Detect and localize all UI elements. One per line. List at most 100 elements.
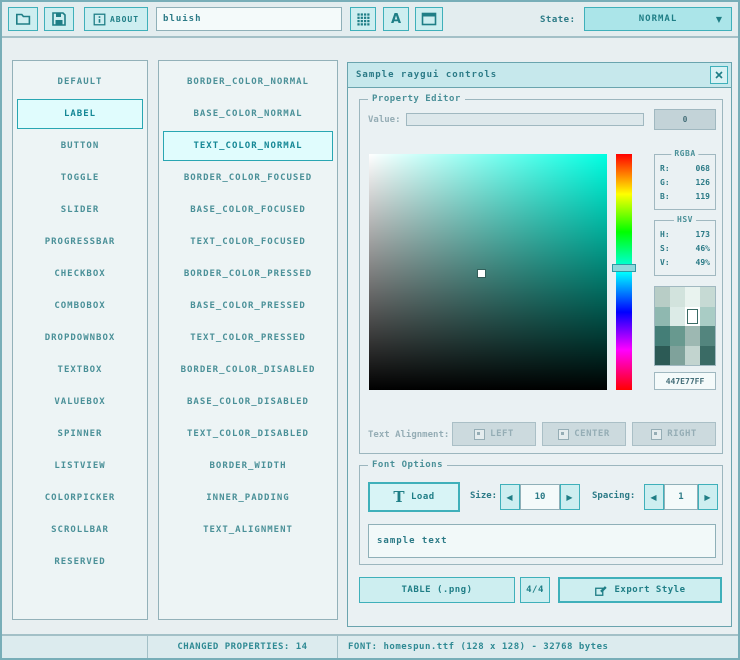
font-atlas-button[interactable]: A	[383, 7, 409, 31]
hue-slider-handle[interactable]	[612, 264, 636, 272]
color-swatch[interactable]	[700, 346, 715, 366]
window-titlebar[interactable]: Sample raygui controls	[348, 63, 731, 88]
controls-list-item[interactable]: CHECKBOX	[17, 259, 143, 289]
property-list-item[interactable]: BASE_COLOR_DISABLED	[163, 387, 333, 417]
property-list-item[interactable]: BORDER_COLOR_FOCUSED	[163, 163, 333, 193]
style-name-input[interactable]	[156, 7, 342, 31]
state-dropdown[interactable]: NORMAL ▼	[584, 7, 732, 31]
close-icon	[714, 70, 724, 80]
controls-list-item[interactable]: BUTTON	[17, 131, 143, 161]
value-box[interactable]: 0	[654, 109, 716, 130]
rgba-panel: RGBA R:068 G:126 B:119	[654, 154, 716, 210]
window-icon	[421, 11, 437, 27]
property-list-item[interactable]: BORDER_COLOR_DISABLED	[163, 355, 333, 385]
save-style-button[interactable]	[44, 7, 74, 31]
statusbar-font-info: FONT: homespun.ttf (128 x 128) - 32768 b…	[338, 636, 738, 658]
export-style-button[interactable]: Export Style	[558, 577, 722, 603]
changed-properties-text: CHANGED PROPERTIES: 14	[177, 642, 307, 652]
window-controls-button[interactable]	[415, 7, 443, 31]
font-spacing-decrease-button[interactable]: ◀	[644, 484, 664, 510]
hex-value-box[interactable]: 447E77FF	[654, 372, 716, 390]
export-format-label: TABLE (.png)	[401, 585, 472, 595]
rgba-label: RGBA	[671, 149, 698, 158]
controls-list-item[interactable]: SCROLLBAR	[17, 515, 143, 545]
load-style-button[interactable]	[8, 7, 38, 31]
color-saturation-value-panel[interactable]	[369, 154, 607, 390]
property-list-item[interactable]: TEXT_ALIGNMENT	[163, 515, 333, 545]
align-left-button[interactable]: LEFT	[452, 422, 536, 446]
font-load-button[interactable]: T Load	[368, 482, 460, 512]
window-close-button[interactable]	[710, 66, 728, 84]
rguistyler-app: ABOUT A State: NORMAL ▼ DEFAULT LABEL BU…	[0, 0, 740, 660]
font-spacing-increase-button[interactable]: ▶	[698, 484, 718, 510]
hue-slider[interactable]	[616, 154, 632, 390]
align-center-button[interactable]: CENTER	[542, 422, 626, 446]
export-format-button[interactable]: TABLE (.png)	[359, 577, 515, 603]
color-swatch[interactable]	[670, 326, 685, 346]
property-list-item[interactable]: BORDER_WIDTH	[163, 451, 333, 481]
window-title: Sample raygui controls	[356, 70, 497, 80]
controls-list-item[interactable]: LISTVIEW	[17, 451, 143, 481]
color-swatch[interactable]	[685, 326, 700, 346]
font-load-label: Load	[411, 492, 435, 502]
controls-list-item[interactable]: COMBOBOX	[17, 291, 143, 321]
font-info-text: FONT: homespun.ttf (128 x 128) - 32768 b…	[348, 642, 608, 652]
align-left-label: LEFT	[490, 429, 514, 439]
font-spacing-value[interactable]: 1	[664, 484, 698, 510]
value-slider[interactable]	[406, 113, 644, 126]
color-swatch[interactable]	[655, 307, 670, 327]
property-list-item[interactable]: BASE_COLOR_NORMAL	[163, 99, 333, 129]
property-editor-label: Property Editor	[368, 94, 465, 104]
color-swatch[interactable]	[685, 346, 700, 366]
font-a-icon: A	[391, 12, 401, 27]
align-right-button[interactable]: RIGHT	[632, 422, 716, 446]
controls-list-item[interactable]: DEFAULT	[17, 67, 143, 97]
font-spacing-label: Spacing:	[592, 491, 635, 501]
color-swatch[interactable]	[670, 346, 685, 366]
sample-text-input[interactable]	[368, 524, 716, 558]
font-size-increase-button[interactable]: ▶	[560, 484, 580, 510]
property-list-item[interactable]: TEXT_COLOR_NORMAL	[163, 131, 333, 161]
color-swatch[interactable]	[685, 287, 700, 307]
color-swatch[interactable]	[655, 326, 670, 346]
controls-list-item[interactable]: PROGRESSBAR	[17, 227, 143, 257]
property-list-item[interactable]: BASE_COLOR_PRESSED	[163, 291, 333, 321]
color-picker-cursor[interactable]	[478, 270, 485, 277]
folder-icon	[15, 11, 31, 27]
controls-list-item[interactable]: TEXTBOX	[17, 355, 143, 385]
statusbar-left-cell	[2, 636, 148, 658]
controls-list-item[interactable]: COLORPICKER	[17, 483, 143, 513]
property-list-item[interactable]: TEXT_COLOR_FOCUSED	[163, 227, 333, 257]
font-size-value-text: 10	[535, 492, 546, 502]
property-list-item[interactable]: TEXT_COLOR_PRESSED	[163, 323, 333, 353]
chevron-down-icon: ▼	[716, 15, 723, 24]
rgba-r-value: 068	[696, 162, 710, 176]
color-swatch[interactable]	[700, 307, 715, 327]
controls-list-item[interactable]: TOGGLE	[17, 163, 143, 193]
controls-list-item[interactable]: SPINNER	[17, 419, 143, 449]
color-swatch[interactable]	[670, 287, 685, 307]
style-table-button[interactable]	[350, 7, 376, 31]
controls-list-item[interactable]: LABEL	[17, 99, 143, 129]
save-icon	[51, 11, 67, 27]
table-ratio-button[interactable]: 4/4	[520, 577, 550, 603]
color-swatch[interactable]	[655, 346, 670, 366]
about-button[interactable]: ABOUT	[84, 7, 148, 31]
color-swatch[interactable]	[700, 326, 715, 346]
controls-list-item[interactable]: SLIDER	[17, 195, 143, 225]
property-list-item[interactable]: TEXT_COLOR_DISABLED	[163, 419, 333, 449]
property-list-item[interactable]: BORDER_COLOR_PRESSED	[163, 259, 333, 289]
controls-list-item[interactable]: DROPDOWNBOX	[17, 323, 143, 353]
font-size-value[interactable]: 10	[520, 484, 560, 510]
color-swatch-selected[interactable]	[685, 307, 700, 327]
font-size-decrease-button[interactable]: ◀	[500, 484, 520, 510]
property-list-item[interactable]: BORDER_COLOR_NORMAL	[163, 67, 333, 97]
controls-list-item[interactable]: RESERVED	[17, 547, 143, 577]
color-swatch[interactable]	[670, 307, 685, 327]
about-label: ABOUT	[110, 15, 139, 24]
color-swatch[interactable]	[700, 287, 715, 307]
controls-list-item[interactable]: VALUEBOX	[17, 387, 143, 417]
property-list-item[interactable]: BASE_COLOR_FOCUSED	[163, 195, 333, 225]
color-swatch[interactable]	[655, 287, 670, 307]
property-list-item[interactable]: INNER_PADDING	[163, 483, 333, 513]
